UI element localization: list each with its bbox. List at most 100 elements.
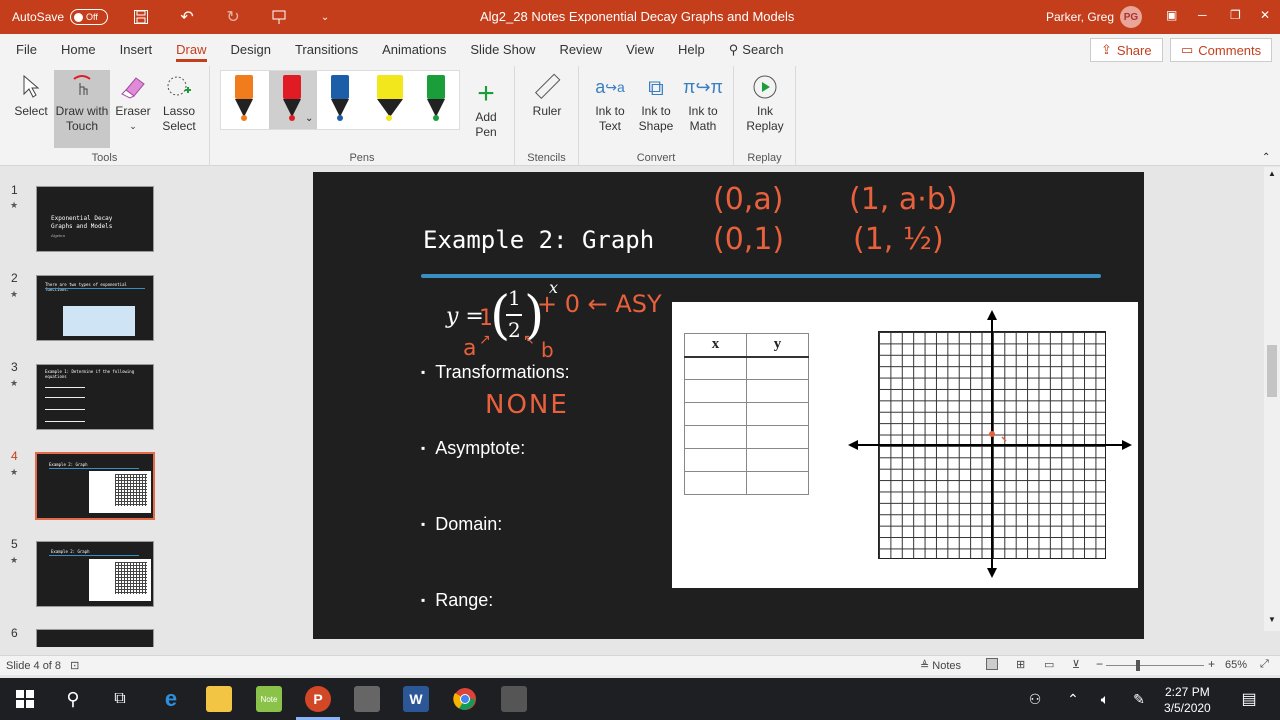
ink-point-specific[interactable]: (0,1)	[713, 222, 784, 257]
lasso-select-button[interactable]: Lasso Select	[156, 70, 202, 134]
accessibility-icon[interactable]: ⊡	[70, 660, 79, 672]
ink-point-general[interactable]: (0,a)	[713, 182, 783, 217]
ink-to-text-button[interactable]: a ↪a Ink to Text	[589, 70, 631, 134]
slide-thumbnail-pane[interactable]: 1 ★ Exponential Decay Graphs and Models …	[0, 167, 192, 647]
start-icon[interactable]	[12, 686, 38, 712]
autosave-toggle[interactable]: AutoSave Off	[12, 9, 109, 25]
draw-with-touch-button[interactable]: Draw with Touch	[54, 70, 110, 148]
tab-home[interactable]: Home	[49, 34, 108, 66]
ink-point-general-2[interactable]: (1, a·b)	[849, 182, 958, 217]
slide-thumbnail-1[interactable]: Exponential Decay Graphs and Models Alge…	[36, 186, 154, 252]
system-clock[interactable]: 2:27 PM 3/5/2020	[1164, 684, 1211, 716]
slide-sorter-icon[interactable]: ⊞	[1016, 658, 1025, 671]
share-button[interactable]: ⇪ Share	[1090, 38, 1163, 62]
maximize-icon[interactable]: ❐	[1230, 8, 1241, 22]
pens-gallery[interactable]: ⌄	[220, 70, 460, 130]
tab-design[interactable]: Design	[219, 34, 283, 66]
zoom-out-icon[interactable]: −	[1096, 657, 1103, 671]
ink-replay-button[interactable]: Ink Replay	[742, 70, 788, 134]
bullet-asymptote[interactable]: Asymptote:	[421, 438, 525, 459]
task-view-icon[interactable]: ⧉	[107, 686, 133, 712]
pen-workspace-icon[interactable]: ✎	[1126, 686, 1152, 712]
redo-icon[interactable]: ↻	[222, 6, 244, 28]
present-icon[interactable]	[268, 6, 290, 28]
autosave-switch[interactable]: Off	[70, 9, 109, 25]
powerpoint-icon[interactable]: P	[305, 686, 331, 712]
ink-to-shape-button[interactable]: ⧉ Ink to Shape	[635, 70, 677, 134]
bullet-range[interactable]: Range:	[421, 590, 493, 611]
zoom-slider[interactable]	[1106, 665, 1204, 666]
volume-icon[interactable]: 🔈︎	[1092, 686, 1118, 712]
bullet-transformations[interactable]: Transformations:	[421, 362, 569, 383]
select-button[interactable]: Select	[10, 70, 52, 119]
tab-animations[interactable]: Animations	[370, 34, 458, 66]
close-icon[interactable]: ✕	[1260, 8, 1270, 22]
notes-app-icon[interactable]: Note	[256, 686, 282, 712]
zoom-slider-knob[interactable]	[1136, 660, 1140, 671]
tab-slide-show[interactable]: Slide Show	[458, 34, 547, 66]
eraser-button[interactable]: Eraser ⌄	[112, 70, 154, 134]
customize-quick-access-icon[interactable]: ⌄	[314, 6, 336, 28]
slide-thumbnail-6[interactable]	[36, 629, 154, 647]
notes-button[interactable]: ≜ Notes	[920, 659, 961, 672]
edge-icon[interactable]: e	[158, 686, 184, 712]
slide-thumbnail-5[interactable]: Example 2: Graph	[36, 541, 154, 607]
slide-title[interactable]: Example 2: Graph	[423, 226, 654, 254]
tab-draw[interactable]: Draw	[164, 34, 218, 66]
vertical-scrollbar[interactable]: ▲ ▼	[1264, 167, 1280, 631]
notifications-icon[interactable]: ▤	[1236, 686, 1262, 712]
search-box[interactable]: ⚲ Search	[717, 34, 796, 66]
green-pen[interactable]	[425, 75, 447, 127]
ink-label-a[interactable]: a	[463, 336, 476, 361]
tab-insert[interactable]: Insert	[108, 34, 165, 66]
yellow-highlighter[interactable]	[375, 75, 405, 127]
file-explorer-icon[interactable]	[206, 686, 232, 712]
ink-point-specific-2[interactable]: (1, ½)	[853, 222, 944, 257]
ink-to-math-button[interactable]: π↪π Ink to Math	[681, 70, 725, 134]
pen-options-chevron-icon[interactable]: ⌄	[305, 113, 313, 124]
screen-recorder-icon[interactable]	[501, 686, 527, 712]
zoom-level[interactable]: 65%	[1225, 659, 1247, 671]
chrome-icon[interactable]	[452, 686, 478, 712]
current-slide[interactable]: Example 2: Graph y = ( 1 2 ) x (0,a) (1,…	[313, 172, 1144, 639]
slide-thumbnail-4[interactable]: Example 2: Graph	[35, 452, 155, 520]
ink-asymptote-note[interactable]: + 0 ← ASY	[537, 290, 662, 318]
normal-view-icon[interactable]	[986, 658, 998, 670]
tab-help[interactable]: Help	[666, 34, 717, 66]
tab-view[interactable]: View	[614, 34, 666, 66]
comments-button[interactable]: ▭ Comments	[1170, 38, 1273, 62]
avatar[interactable]: PG	[1120, 6, 1142, 28]
blue-pen[interactable]	[329, 75, 351, 127]
minimize-icon[interactable]: ─	[1198, 8, 1207, 22]
scroll-up-icon[interactable]: ▲	[1268, 169, 1276, 178]
tab-transitions[interactable]: Transitions	[283, 34, 370, 66]
ribbon-display-icon[interactable]: ▣	[1166, 8, 1177, 22]
word-icon[interactable]: W	[403, 686, 429, 712]
search-icon[interactable]: ⚲	[60, 686, 86, 712]
undo-icon[interactable]: ↶	[176, 6, 198, 28]
save-icon[interactable]	[130, 6, 152, 28]
collapse-ribbon-icon[interactable]: ⌃	[1262, 152, 1270, 163]
show-hidden-icons-icon[interactable]: ⌃	[1060, 686, 1086, 712]
slideshow-view-icon[interactable]: ⊻	[1072, 658, 1080, 671]
slide-thumbnail-2[interactable]: There are two types of exponential funct…	[36, 275, 154, 341]
tab-review[interactable]: Review	[547, 34, 614, 66]
ruler-button[interactable]: Ruler	[525, 70, 569, 119]
slide-thumbnail-3[interactable]: Example 1: Determine if the following eq…	[36, 364, 154, 430]
bullet-domain[interactable]: Domain:	[421, 514, 502, 535]
scrollbar-thumb[interactable]	[1267, 345, 1277, 397]
ink-one-coefficient[interactable]: 1	[479, 306, 493, 331]
fit-slide-icon[interactable]: ⤢	[1260, 658, 1269, 671]
add-pen-button[interactable]: + Add Pen	[466, 76, 506, 140]
ink-label-b[interactable]: b	[541, 338, 554, 362]
orange-pen[interactable]	[233, 75, 255, 127]
table-and-graph-image[interactable]: x y	[672, 302, 1138, 588]
tab-file[interactable]: File	[4, 34, 49, 66]
ink-transform-answer[interactable]: NONE	[485, 390, 569, 420]
user-name[interactable]: Parker, Greg	[1046, 10, 1114, 24]
people-icon[interactable]: ⚇	[1022, 686, 1048, 712]
scroll-down-icon[interactable]: ▼	[1268, 615, 1276, 624]
reading-view-icon[interactable]: ▭	[1044, 658, 1054, 671]
zoom-in-icon[interactable]: +	[1208, 657, 1215, 671]
calculator-icon[interactable]	[354, 686, 380, 712]
